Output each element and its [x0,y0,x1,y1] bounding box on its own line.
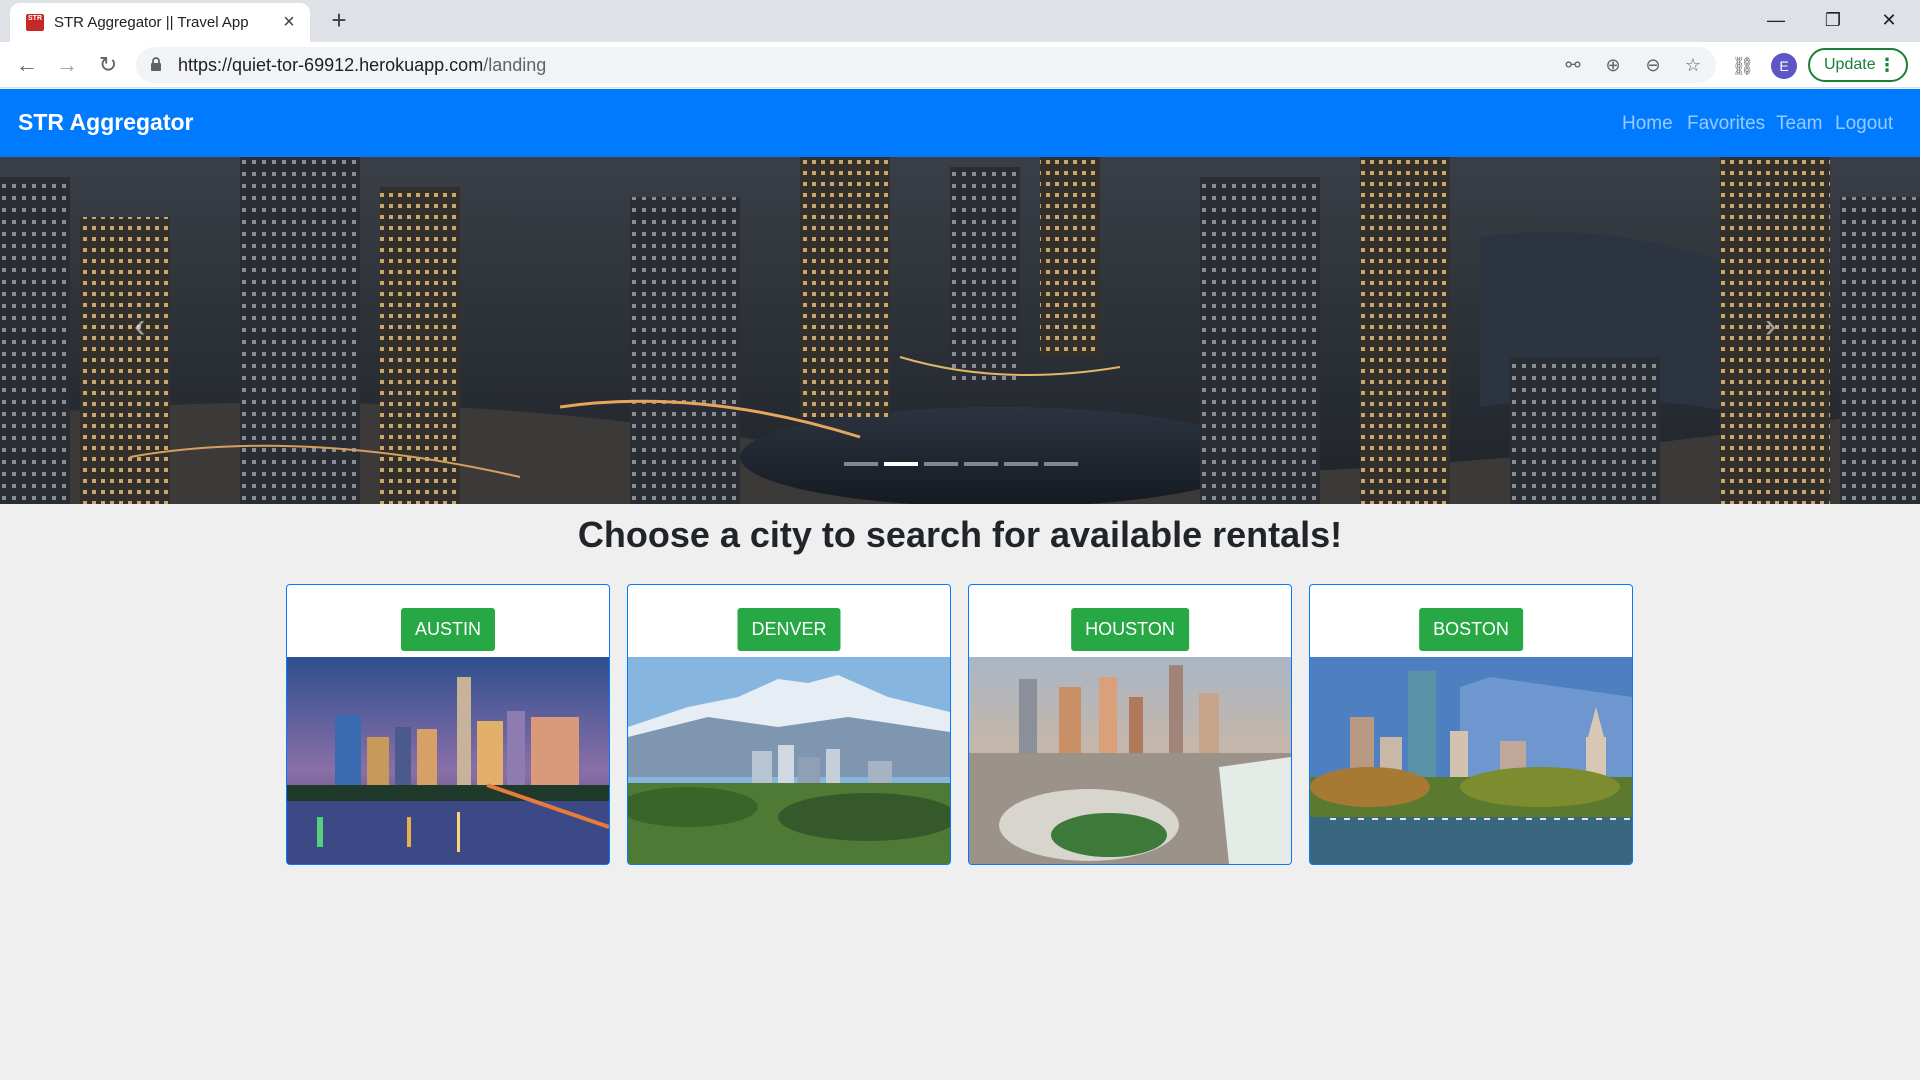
boston-button[interactable]: BOSTON [1419,608,1523,651]
update-button[interactable]: Update ⋮ [1808,48,1908,82]
back-icon[interactable]: ← [12,50,42,80]
url-text[interactable]: https://quiet-tor-69912.herokuapp.com/la… [178,55,546,76]
star-icon[interactable]: ☆ [1682,54,1704,76]
city-card-houston: HOUSTON [968,584,1292,865]
houston-skyline-image [969,657,1291,864]
denver-skyline-image [628,657,950,864]
site-navbar: STR Aggregator Home Favorites Team Logou… [0,89,1920,157]
menu-dots-icon: ⋮ [1878,55,1896,75]
denver-button[interactable]: DENVER [737,608,841,651]
window-restore-icon[interactable]: ❐ [1810,4,1856,36]
austin-button[interactable]: AUSTIN [400,608,496,651]
new-tab-icon[interactable]: + [325,7,353,35]
nav-home[interactable]: Home [1622,113,1673,135]
browser-toolbar: ← → ↻ https://quiet-tor-69912.herokuapp.… [0,42,1920,88]
nav-favorites[interactable]: Favorites [1687,113,1765,135]
houston-button[interactable]: HOUSTON [1071,608,1189,651]
carousel-indicators [844,462,1079,466]
update-label: Update [1824,56,1876,73]
chevron-left-icon[interactable]: ‹ [134,307,145,346]
tab-favicon: STR [26,14,44,31]
lock-icon[interactable] [150,56,162,72]
tab-title: STR Aggregator || Travel App [54,14,249,31]
boston-skyline-image [1310,657,1632,864]
hero-carousel: ‹ › [0,157,1920,504]
url-host: https://quiet-tor-69912.herokuapp.com [178,55,484,75]
browser-tab[interactable]: STR STR Aggregator || Travel App × [10,3,310,42]
carousel-indicator[interactable] [1044,462,1078,466]
page-heading: Choose a city to search for available re… [577,514,1343,555]
url-path: /landing [483,55,547,75]
carousel-indicator[interactable] [964,462,998,466]
carousel-indicator[interactable] [924,462,958,466]
carousel-indicator[interactable] [844,462,878,466]
brand[interactable]: STR Aggregator [18,109,194,136]
forward-icon[interactable]: → [52,50,82,80]
tab-close-icon[interactable]: × [278,11,300,33]
window-minimize-icon[interactable]: — [1753,4,1799,36]
page: STR Aggregator Home Favorites Team Logou… [0,89,1920,1080]
address-bar[interactable]: https://quiet-tor-69912.herokuapp.com/la… [136,47,1716,83]
austin-skyline-image [287,657,609,864]
key-icon[interactable]: ⚯ [1562,54,1584,76]
window-close-icon[interactable]: ✕ [1866,4,1912,36]
city-card-denver: DENVER [627,584,951,865]
puzzle-icon[interactable]: ⛓ [1731,54,1755,78]
nav-team[interactable]: Team [1776,113,1822,135]
zoom-icon[interactable]: ⊖ [1642,54,1664,76]
nav-logout[interactable]: Logout [1835,113,1893,135]
city-card-austin: AUSTIN [286,584,610,865]
city-night-image [0,157,1920,504]
install-icon[interactable]: ⊕ [1602,54,1624,76]
reload-icon[interactable]: ↻ [93,50,123,80]
carousel-indicator[interactable] [884,462,918,466]
chevron-right-icon[interactable]: › [1765,307,1776,346]
city-card-boston: BOSTON [1309,584,1633,865]
browser-tabstrip: STR STR Aggregator || Travel App × + — ❐… [0,0,1920,42]
carousel-indicator[interactable] [1004,462,1038,466]
profile-avatar[interactable]: E [1771,53,1797,79]
